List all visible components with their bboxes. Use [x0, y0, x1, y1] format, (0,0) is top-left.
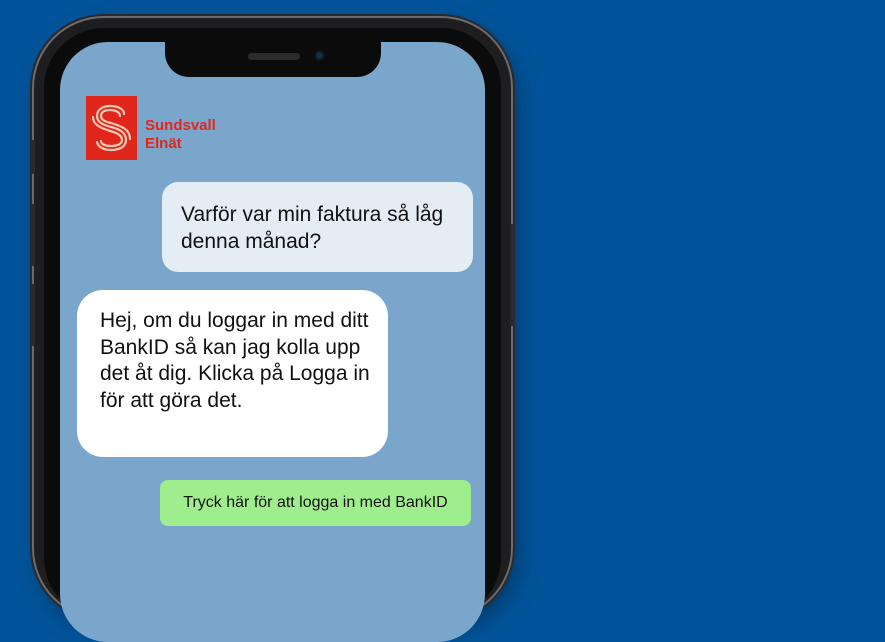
brand-name-line1: Sundsvall	[145, 117, 216, 134]
user-message-text: Varför var min faktura så låg denna måna…	[181, 203, 444, 253]
user-message-bubble: Varför var min faktura så låg denna måna…	[162, 182, 473, 272]
bot-message-bubble: Hej, om du loggar in med ditt BankID så …	[77, 290, 388, 457]
phone-volume-down-button	[31, 284, 35, 346]
front-camera	[314, 50, 325, 61]
phone-silent-switch	[31, 140, 35, 174]
sundsvall-elnat-logo-icon	[86, 96, 137, 160]
bankid-login-button-label: Tryck här för att logga in med BankID	[183, 494, 448, 511]
phone-volume-up-button	[31, 204, 35, 266]
brand-name-line2: Elnät	[145, 135, 182, 152]
speaker-grille	[248, 53, 300, 60]
brand-name: Sundsvall Elnät	[145, 117, 216, 153]
phone-power-button	[510, 224, 514, 326]
bot-message-text: Hej, om du loggar in med ditt BankID så …	[100, 309, 370, 412]
bankid-login-button[interactable]: Tryck här för att logga in med BankID	[160, 480, 471, 526]
